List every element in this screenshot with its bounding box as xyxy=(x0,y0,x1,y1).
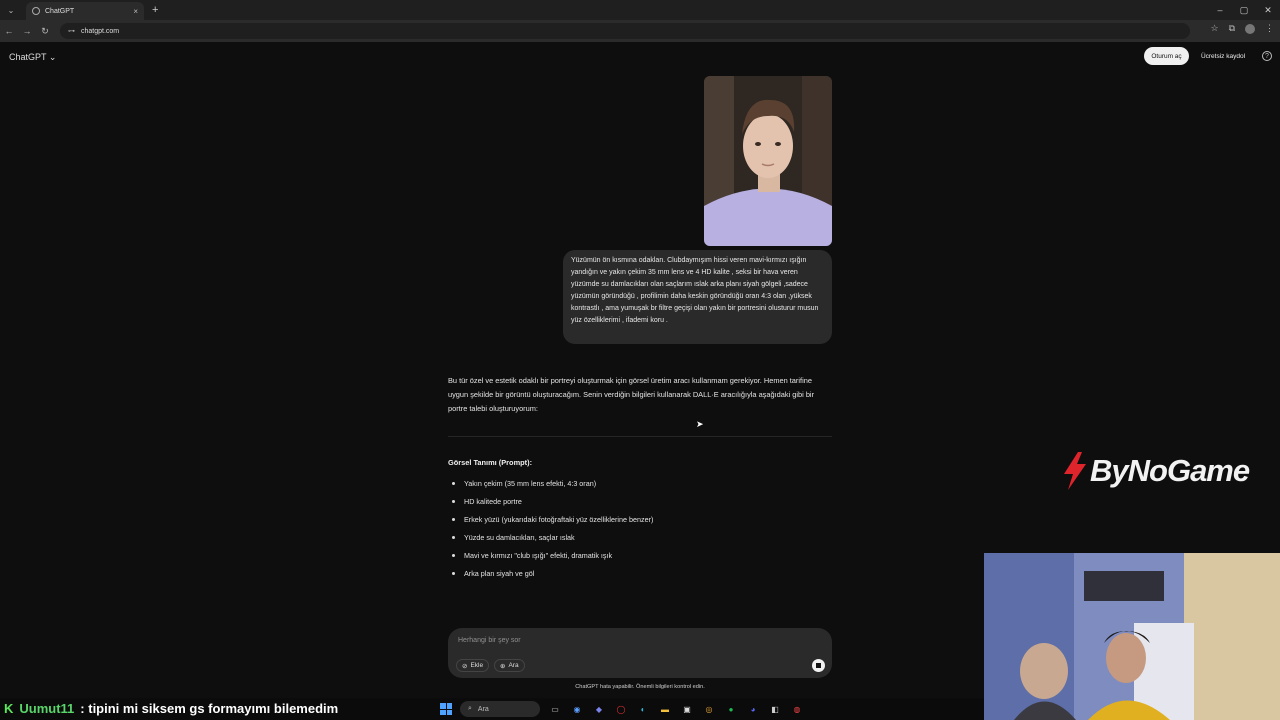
taskbar-search-placeholder: Ara xyxy=(477,705,489,713)
chat-badge: K xyxy=(4,700,14,716)
windows-taskbar: ⌕ Ara ▭ ◉ ◆ ◯ ◐ ▬ ▣ ◎ ● ◕ ◧ ◍ xyxy=(440,698,840,720)
spotify-icon[interactable]: ● xyxy=(724,702,738,716)
mouse-cursor-icon: ➤ xyxy=(696,419,704,429)
discord-icon[interactable]: ◕ xyxy=(746,702,760,716)
bynogame-logo: ByNoGame xyxy=(1062,452,1250,490)
app-icon-2[interactable]: ◍ xyxy=(790,702,804,716)
list-item: Erkek yüzü (yukarıdaki fotoğraftaki yüz … xyxy=(452,510,832,528)
minimize-icon[interactable]: – xyxy=(1208,0,1232,20)
model-selector[interactable]: ChatGPT ⌄ xyxy=(9,52,56,63)
windows-start-icon[interactable] xyxy=(440,703,452,715)
list-item: HD kalitede portre xyxy=(452,492,832,510)
task-view-icon[interactable]: ▭ xyxy=(548,702,562,716)
list-item: Yüzde su damlacıkları, saçlar ıslak xyxy=(452,528,832,546)
attach-button[interactable]: ⊘ Ekle xyxy=(456,659,490,672)
taskbar-search[interactable]: ⌕ Ara xyxy=(460,701,540,717)
widgets-icon[interactable]: ◉ xyxy=(570,702,584,716)
address-bar[interactable]: ⊶ chatgpt.com xyxy=(60,23,1190,39)
toolbar-actions: ☆ ⧉ ⋮ xyxy=(1210,23,1274,34)
bookmark-star-icon[interactable]: ☆ xyxy=(1210,23,1218,34)
stream-chat-message: K Uumut11 : tipini mi siksem gs formayım… xyxy=(0,697,338,719)
assistant-message-intro: Bu tür özel ve estetik odaklı bir portre… xyxy=(448,376,815,413)
forward-arrow-icon[interactable]: → xyxy=(18,26,36,36)
tab-title: ChatGPT xyxy=(45,7,75,15)
search-icon: ⌕ xyxy=(468,705,472,712)
user-uploaded-photo[interactable] xyxy=(704,76,832,246)
message-input[interactable]: Herhangi bir şey sor xyxy=(458,637,521,644)
file-explorer-icon[interactable]: ▬ xyxy=(658,702,672,716)
globe-icon: ⊕ xyxy=(500,662,506,670)
divider xyxy=(448,436,832,437)
chevron-down-icon: ⌄ xyxy=(48,52,57,62)
teams-icon[interactable]: ◆ xyxy=(592,702,606,716)
help-icon[interactable]: ? xyxy=(1262,51,1272,61)
paperclip-icon: ⊘ xyxy=(462,662,468,670)
tab-list-chevron-icon[interactable]: ⌄ xyxy=(4,3,18,17)
new-tab-button[interactable]: + xyxy=(152,4,158,16)
browser-menu-icon[interactable]: ⋮ xyxy=(1265,23,1274,34)
close-tab-icon[interactable]: × xyxy=(133,7,138,16)
user-message-bubble: Yüzümün ön kısmına odaklan. Clubdaymışım… xyxy=(563,250,832,344)
browser-tabbar: ⌄ ChatGPT × + – ▢ ✕ xyxy=(0,0,1280,20)
window-controls: – ▢ ✕ xyxy=(1208,0,1280,20)
browser-tab-chatgpt[interactable]: ChatGPT × xyxy=(26,2,144,20)
chat-username: Uumut11 xyxy=(19,700,75,716)
login-button[interactable]: Oturum aç xyxy=(1144,47,1189,65)
profile-avatar-icon[interactable] xyxy=(1245,23,1255,34)
chrome-icon[interactable]: ◎ xyxy=(702,702,716,716)
portrait-photo-illustration xyxy=(704,76,832,246)
app-title: ChatGPT xyxy=(9,52,47,62)
attach-label: Ekle xyxy=(470,662,484,669)
prompt-heading: Görsel Tanımı (Prompt): xyxy=(448,458,533,467)
app-icon[interactable]: ◧ xyxy=(768,702,782,716)
search-button[interactable]: ⊕ Ara xyxy=(494,659,525,672)
bynogame-bolt-icon xyxy=(1064,452,1086,490)
store-icon[interactable]: ▣ xyxy=(680,702,694,716)
chatgpt-favicon-icon xyxy=(32,7,40,15)
back-arrow-icon[interactable]: ← xyxy=(0,26,18,36)
close-window-icon[interactable]: ✕ xyxy=(1256,0,1280,20)
list-item: Arka plan siyah ve göl xyxy=(452,564,832,582)
extensions-icon[interactable]: ⧉ xyxy=(1229,23,1235,34)
streamer-webcam xyxy=(984,553,1280,720)
search-label: Ara xyxy=(508,662,519,669)
browser-toolbar: ← → ↻ ⊶ chatgpt.com ☆ ⧉ ⋮ xyxy=(0,20,1280,42)
prompt-list: Yakın çekim (35 mm lens efekti, 4:3 oran… xyxy=(452,474,832,582)
logo-text: ByNoGame xyxy=(1090,453,1250,488)
webcam-illustration xyxy=(984,553,1280,720)
stop-generating-button[interactable] xyxy=(812,659,825,672)
address-url: chatgpt.com xyxy=(81,27,120,35)
stop-icon xyxy=(816,663,821,668)
site-info-icon[interactable]: ⊶ xyxy=(68,27,75,35)
opera-icon[interactable]: ◯ xyxy=(614,702,628,716)
message-composer[interactable]: Herhangi bir şey sor ⊘ Ekle ⊕ Ara xyxy=(448,628,832,678)
disclaimer-text: ChatGPT hata yapabilir. Önemli bilgileri… xyxy=(575,684,705,690)
list-item: Yakın çekim (35 mm lens efekti, 4:3 oran… xyxy=(452,474,832,492)
signup-button[interactable]: Ücretsiz kaydol xyxy=(1194,47,1252,65)
reload-icon[interactable]: ↻ xyxy=(36,26,54,37)
maximize-icon[interactable]: ▢ xyxy=(1232,0,1256,20)
edge-icon[interactable]: ◐ xyxy=(636,702,650,716)
list-item: Mavi ve kırmızı "club ışığı" efekti, dra… xyxy=(452,546,832,564)
chat-text: : tipini mi siksem gs formayımı bilemedi… xyxy=(80,700,339,716)
